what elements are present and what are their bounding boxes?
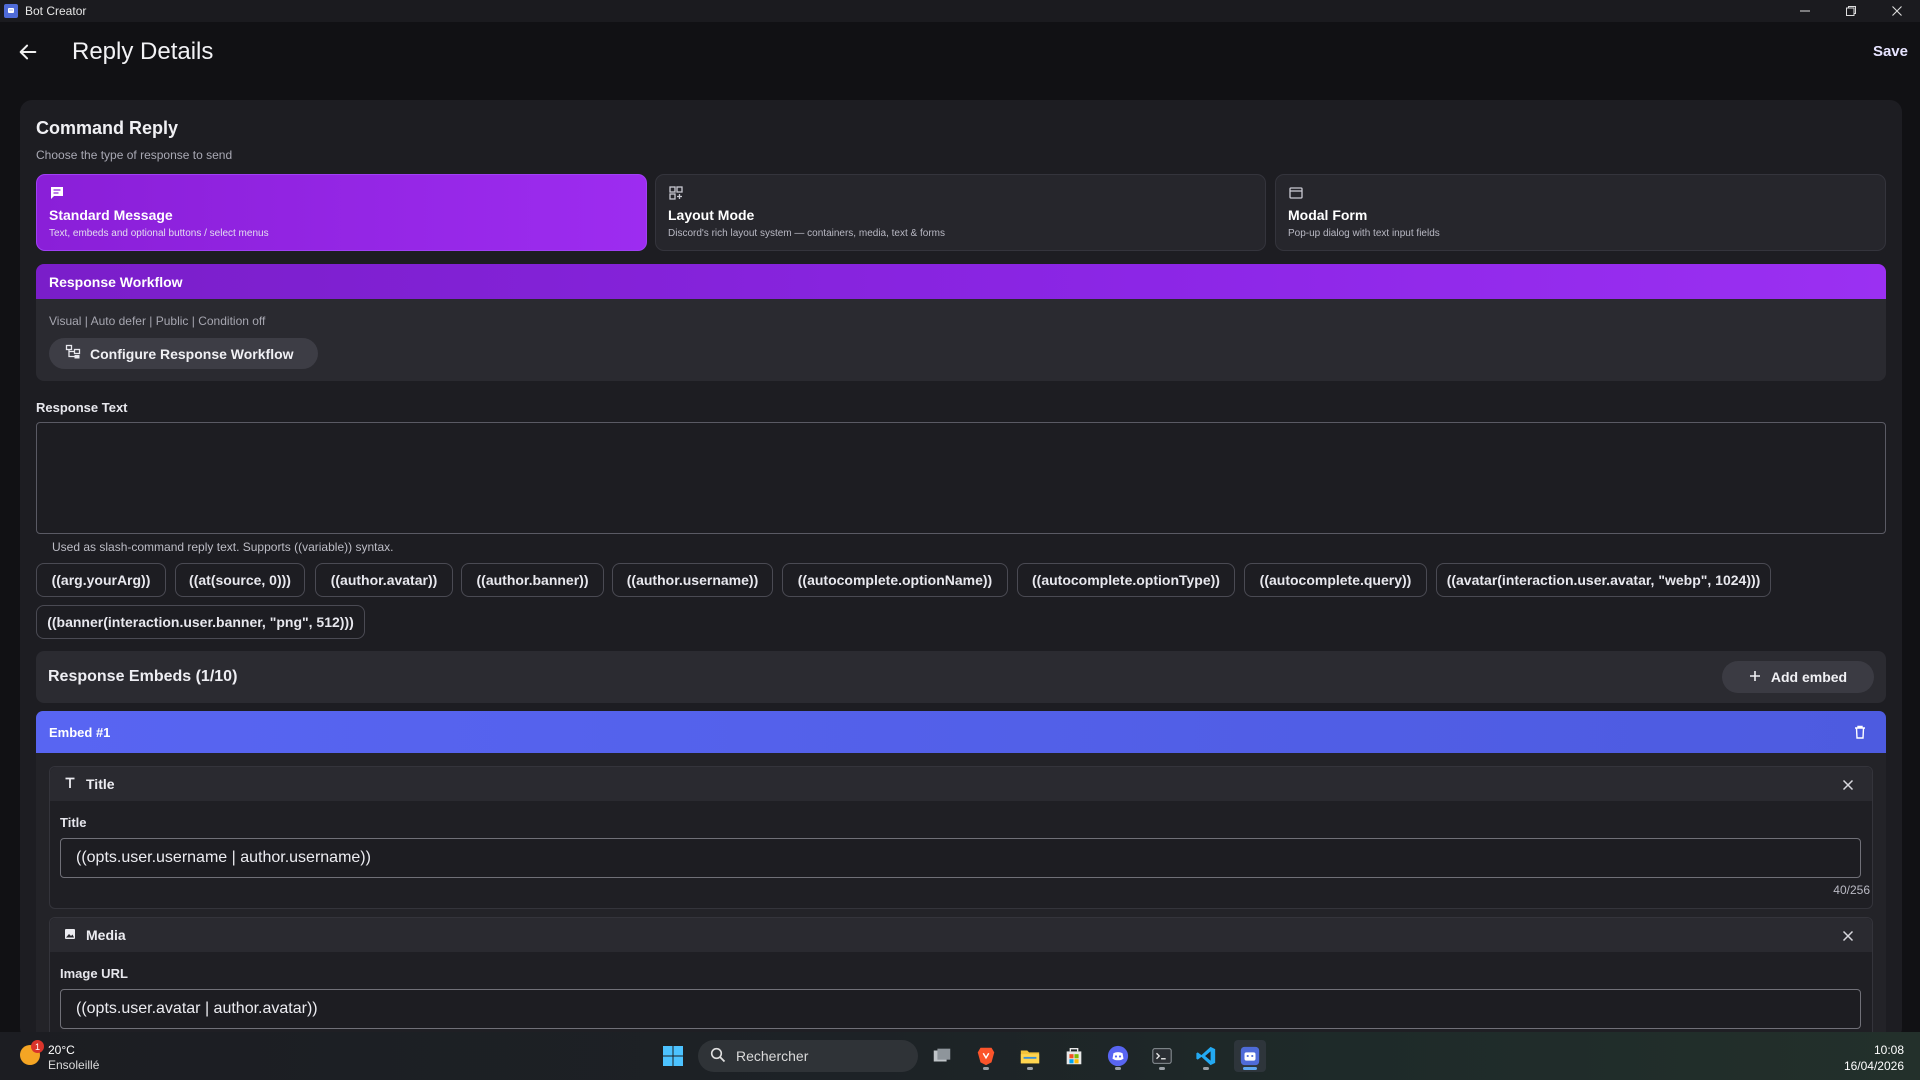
running-indicator [1243, 1067, 1257, 1070]
image-url-input[interactable]: ((opts.user.avatar | author.avatar)) [60, 989, 1861, 1029]
save-button[interactable]: Save [1873, 43, 1908, 60]
clock-time: 10:08 [1873, 1043, 1904, 1057]
bot-creator-taskbar-icon[interactable] [1234, 1040, 1266, 1072]
response-text-input[interactable] [36, 422, 1886, 534]
sun-icon: 1 [20, 1040, 44, 1065]
response-type-desc: Pop-up dialog with text input fields [1288, 228, 1440, 239]
app-header: Reply Details Save [0, 22, 1920, 102]
running-indicator [1115, 1067, 1121, 1070]
running-indicator [1027, 1067, 1033, 1070]
weather-widget[interactable]: 1 20°C Ensoleillé [20, 1040, 100, 1073]
trash-icon[interactable] [1852, 724, 1868, 740]
variable-chip[interactable]: ((author.username)) [612, 563, 773, 597]
system-clock[interactable]: 10:08 16/04/2026 [1844, 1042, 1904, 1074]
variable-chip[interactable]: ((at(source, 0))) [175, 563, 305, 597]
back-arrow-icon[interactable] [16, 40, 40, 64]
brave-browser-icon[interactable] [970, 1040, 1002, 1072]
command-reply-subtitle: Choose the type of response to send [36, 148, 233, 162]
embed-header-label: Embed #1 [49, 724, 111, 740]
clock-date: 16/04/2026 [1843, 1059, 1904, 1073]
response-embeds-bar: Response Embeds (1/10) Add embed [36, 651, 1886, 703]
configure-workflow-button[interactable]: Configure Response Workflow [49, 338, 318, 369]
variable-chip[interactable]: ((banner(interaction.user.banner, "png",… [36, 605, 365, 639]
add-embed-label: Add embed [1770, 669, 1848, 685]
variable-chip[interactable]: ((autocomplete.query)) [1244, 563, 1427, 597]
response-type-modal-form[interactable]: Modal Form Pop-up dialog with text input… [1275, 174, 1886, 251]
response-type-desc: Text, embeds and optional buttons / sele… [49, 228, 269, 239]
workflow-status: Visual | Auto defer | Public | Condition… [49, 314, 266, 328]
discord-icon[interactable] [1102, 1040, 1134, 1072]
layout-icon [668, 185, 684, 201]
search-icon [710, 1047, 726, 1066]
microsoft-store-icon[interactable] [1058, 1040, 1090, 1072]
title-section-name: Title [86, 776, 115, 792]
terminal-icon[interactable] [1146, 1040, 1178, 1072]
running-indicator [1159, 1067, 1165, 1070]
message-icon [49, 185, 65, 201]
taskbar-search[interactable]: Rechercher [698, 1040, 918, 1072]
text-title-icon [64, 776, 76, 792]
plus-icon [1749, 669, 1761, 685]
app-icon [4, 4, 18, 18]
workflow-icon [65, 344, 81, 363]
response-workflow-title: Response Workflow [36, 264, 1886, 299]
page-title: Reply Details [72, 38, 214, 65]
response-type-title: Modal Form [1288, 207, 1368, 223]
weather-condition: Ensoleillé [48, 1058, 100, 1072]
variable-chip[interactable]: ((avatar(interaction.user.avatar, "webp"… [1436, 563, 1771, 597]
response-workflow-panel: Response Workflow Visual | Auto defer | … [36, 264, 1886, 381]
minimize-icon[interactable] [1782, 0, 1828, 22]
variable-chip[interactable]: ((autocomplete.optionName)) [782, 563, 1008, 597]
window-title: Bot Creator [25, 4, 87, 18]
variable-chip[interactable]: ((author.banner)) [461, 563, 604, 597]
title-field-label: Title [60, 815, 87, 830]
response-text-label: Response Text [36, 400, 128, 415]
taskbar: 1 20°C Ensoleillé Rechercher 10:08 16/04… [0, 1032, 1920, 1080]
media-section-name: Media [86, 927, 126, 943]
running-indicator [983, 1067, 989, 1070]
close-window-icon[interactable] [1874, 0, 1920, 22]
response-embeds-title: Response Embeds (1/10) [48, 668, 238, 685]
search-placeholder: Rechercher [736, 1048, 809, 1064]
response-type-standard-message[interactable]: Standard Message Text, embeds and option… [36, 174, 647, 251]
modal-icon [1288, 185, 1304, 201]
running-indicator [1203, 1067, 1209, 1070]
restore-icon[interactable] [1828, 0, 1874, 22]
media-section-header: Media [50, 918, 1872, 952]
close-icon[interactable] [1842, 929, 1854, 942]
title-field-input[interactable]: ((opts.user.username | author.username)) [60, 838, 1861, 878]
windows-start-icon[interactable] [657, 1040, 689, 1072]
vscode-icon[interactable] [1190, 1040, 1222, 1072]
response-type-title: Standard Message [49, 207, 173, 223]
variable-chip[interactable]: ((arg.yourArg)) [36, 563, 166, 597]
response-type-layout-mode[interactable]: Layout Mode Discord's rich layout system… [655, 174, 1266, 251]
variable-chip[interactable]: ((author.avatar)) [315, 563, 453, 597]
add-embed-button[interactable]: Add embed [1722, 661, 1874, 693]
response-type-title: Layout Mode [668, 207, 755, 223]
response-type-desc: Discord's rich layout system — container… [668, 228, 945, 239]
notification-badge: 1 [31, 1040, 44, 1053]
command-reply-title: Command Reply [36, 118, 179, 138]
image-icon [64, 927, 76, 943]
response-text-help: Used as slash-command reply text. Suppor… [52, 540, 394, 554]
file-explorer-icon[interactable] [1014, 1040, 1046, 1072]
variable-chip[interactable]: ((autocomplete.optionType)) [1017, 563, 1235, 597]
close-icon[interactable] [1842, 778, 1854, 791]
window-titlebar: Bot Creator [0, 0, 1920, 22]
task-view-icon[interactable] [926, 1040, 958, 1072]
weather-temp: 20°C [48, 1043, 75, 1057]
image-url-label: Image URL [60, 966, 128, 981]
title-section-header: Title [50, 767, 1872, 801]
embed-header[interactable]: Embed #1 [36, 711, 1886, 753]
configure-workflow-label: Configure Response Workflow [90, 345, 294, 362]
title-char-counter: 40/256 [1833, 883, 1870, 897]
